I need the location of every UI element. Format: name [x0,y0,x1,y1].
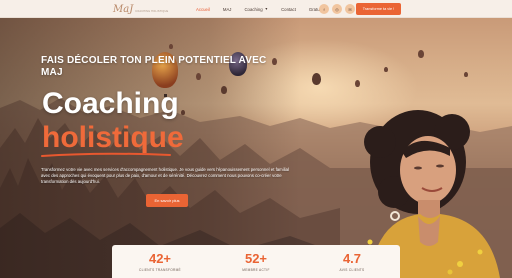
nav-item-accueil[interactable]: Accueil [196,7,210,12]
facebook-icon[interactable]: f [319,4,329,14]
hero-title: FAIS DÉCOLER TON PLEIN POTENTIEL AVEC MA… [41,55,267,78]
hero-heading-accent: holistique [42,121,184,154]
instagram-icon[interactable]: ◎ [332,4,342,14]
hot-air-balloon [355,80,360,87]
hero-heading: Coaching [42,87,179,120]
nav-label: Contact [281,6,296,12]
nav-label: Coaching [244,6,263,12]
logo-subtext: COACHING HOLISTIQUE [135,10,169,13]
learn-more-button[interactable]: En savoir plus [146,194,188,207]
nav-item-contact[interactable]: Contact [281,7,296,12]
site-header: MaJ COACHING HOLISTIQUE Accueil MAJ Coac… [0,0,512,18]
chevron-down-icon: ▼ [264,7,269,11]
hot-air-balloon [181,110,185,115]
nav-label: Accueil [196,6,210,12]
stat-label: MEMBRE ACTIF [242,268,270,272]
page: MaJ COACHING HOLISTIQUE Accueil MAJ Coac… [0,0,512,278]
stats-panel: 42+ CLIENTS TRANSFORMÉ 52+ MEMBRE ACTIF … [112,245,400,278]
email-icon[interactable]: ✉ [345,4,355,14]
stat-value: 4.7 [342,251,362,266]
heading-underline [41,152,171,157]
stat-reviews: 4.7 AVIS CLIENTS [317,252,387,278]
nav-item-maj[interactable]: MAJ [223,7,232,12]
hot-air-balloon [464,72,468,77]
site-logo[interactable]: MaJ COACHING HOLISTIQUE [113,2,168,16]
nav-label: MAJ [222,6,232,12]
hero-description: Transformez votre vie avec mes services … [41,167,289,185]
header-cta-button[interactable]: Transforme ta vie ! [356,3,401,15]
hot-air-balloon [221,86,227,94]
hot-air-balloon [418,50,424,58]
logo-text: MaJ [113,4,134,15]
stat-label: CLIENTS TRANSFORMÉ [138,268,181,272]
stat-value: 52+ [244,251,268,266]
social-links: f ◎ ✉ [319,4,358,14]
stat-value: 42+ [148,251,172,266]
hot-air-balloon [312,73,321,85]
hot-air-balloon [169,44,173,49]
hot-air-balloon [384,67,388,72]
stat-members: 52+ MEMBRE ACTIF [221,252,291,278]
stat-label: AVIS CLIENTS [339,268,365,272]
nav-item-coaching[interactable]: Coaching ▼ [244,7,268,12]
stat-clients: 42+ CLIENTS TRANSFORMÉ [125,252,195,278]
